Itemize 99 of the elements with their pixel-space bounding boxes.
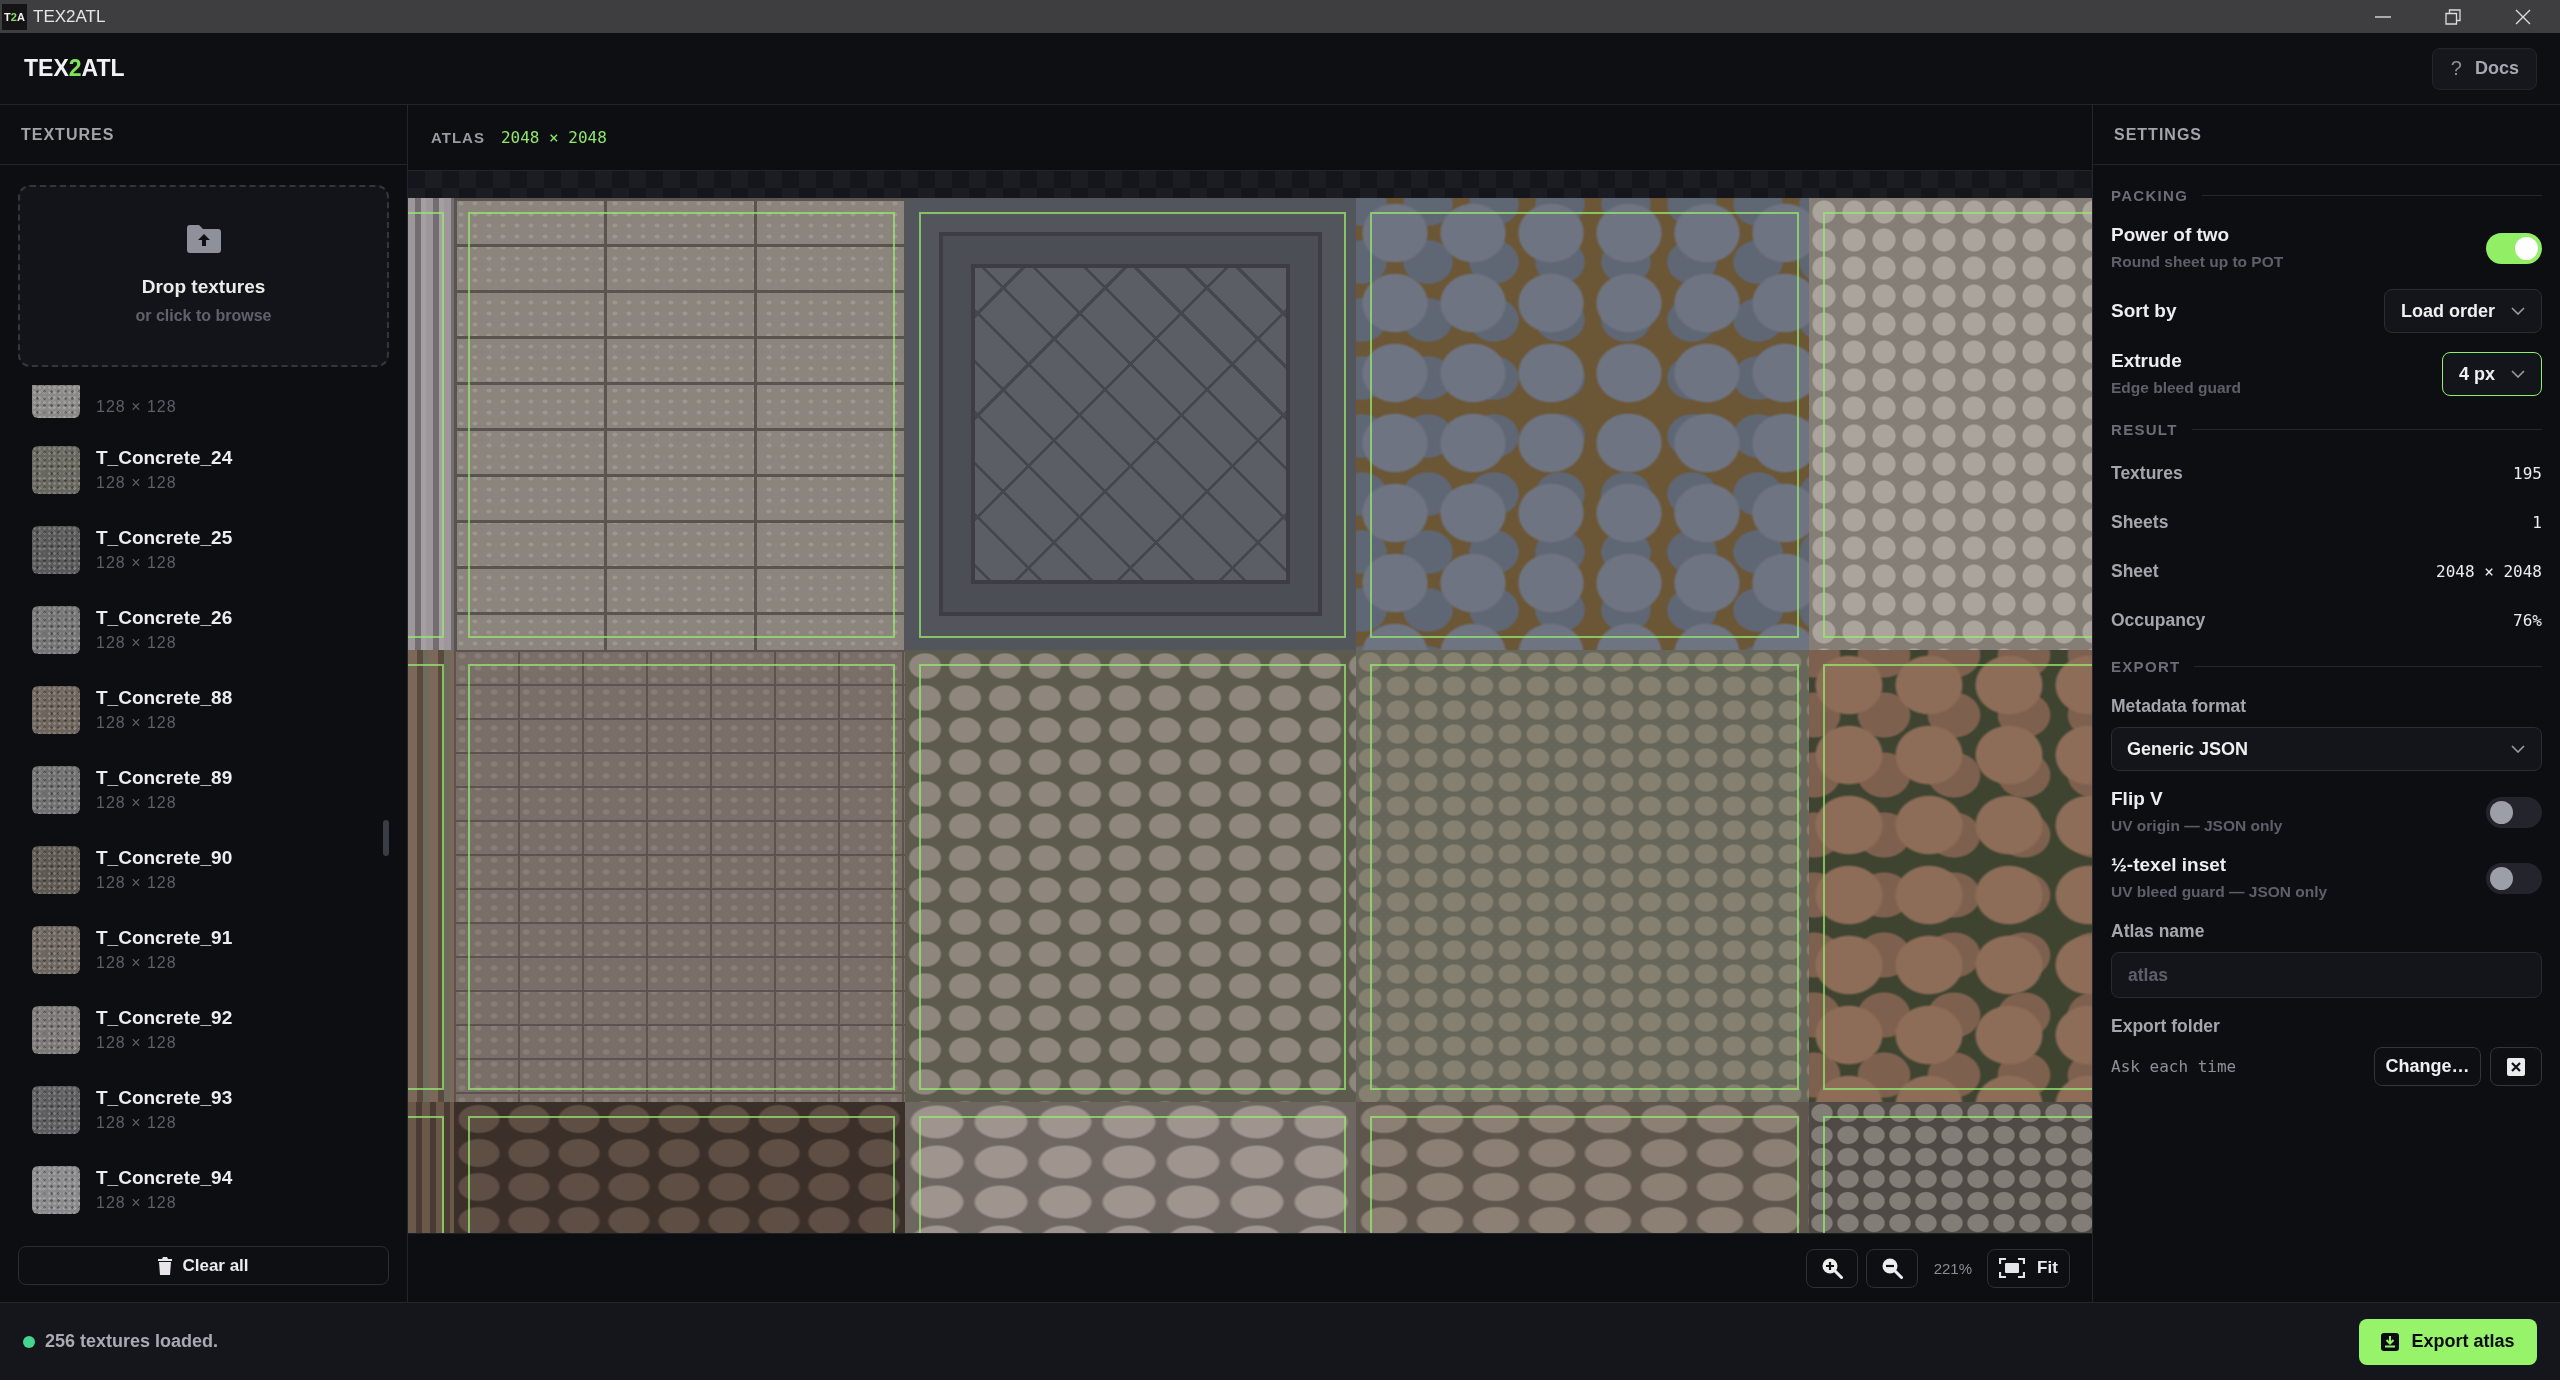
texture-name: T_Concrete_93 <box>96 1086 233 1110</box>
texture-size: 128 × 128 <box>96 473 178 493</box>
texture-name: T_Concrete_91 <box>96 926 233 950</box>
dropdown[interactable]: 4 px <box>2441 352 2542 396</box>
texture-thumbnail <box>32 606 80 654</box>
stat-value: 1 <box>2532 513 2542 532</box>
texture-size: 128 × 128 <box>96 553 178 573</box>
stat-label: Sheet <box>2111 561 2159 582</box>
texture-thumbnail <box>32 926 80 974</box>
chevron-down-icon <box>2511 745 2525 753</box>
change-button[interactable]: Change… <box>2374 1047 2481 1086</box>
texture-size: 128 × 128 <box>96 793 178 813</box>
field-label: Metadata format <box>2111 695 2248 718</box>
dropdown[interactable]: Load order <box>2384 289 2542 333</box>
texture-size: 128 × 128 <box>96 1193 178 1213</box>
minimize-icon[interactable] <box>2375 15 2391 18</box>
app-logo: T2A <box>2 3 27 30</box>
stat-value: 2048 × 2048 <box>2436 562 2542 581</box>
window-title: TEX2ATL <box>33 6 106 27</box>
panel-title: ATLAS <box>431 129 485 146</box>
texture-name: T_Concrete_26 <box>96 606 233 630</box>
stat-value: 76% <box>2513 611 2542 630</box>
zoom-in-button[interactable] <box>1805 1248 1858 1288</box>
status-dot-icon <box>23 1335 35 1348</box>
clear-all-button[interactable]: Clear all <box>18 1246 389 1285</box>
setting-label: Extrude <box>2111 349 2183 373</box>
fit-button[interactable]: Fit <box>1987 1248 2070 1288</box>
texture-size: 128 × 128 <box>96 713 178 733</box>
setting-hint: UV bleed guard — JSON only <box>2111 882 2328 902</box>
texture-size: 128 × 128 <box>96 873 178 893</box>
texture-thumbnail <box>32 1006 80 1054</box>
texture-name: T_Concrete_89 <box>96 766 233 790</box>
toggle-switch[interactable] <box>2486 232 2542 264</box>
drop-hint: or click to browse <box>135 306 272 326</box>
field-label: Export folder <box>2111 1015 2221 1038</box>
toggle-switch[interactable] <box>2486 862 2542 894</box>
status-message: 256 textures loaded. <box>45 1331 219 1352</box>
stat-label: Sheets <box>2111 512 2169 533</box>
texture-thumbnail <box>32 385 80 418</box>
folder-upload-icon <box>186 225 221 253</box>
zoom-out-icon <box>1880 1257 1903 1279</box>
download-icon <box>2381 1332 2400 1351</box>
texture-name: T_Concrete_25 <box>96 526 233 550</box>
texture-size: 128 × 128 <box>96 633 178 653</box>
setting-hint: UV origin — JSON only <box>2111 816 2283 836</box>
chevron-down-icon <box>2511 370 2525 378</box>
texture-name: T_Concrete_94 <box>96 1166 233 1190</box>
texture-name: T_Concrete_90 <box>96 846 233 870</box>
texture-size: 128 × 128 <box>96 1033 178 1053</box>
section-title: PACKING <box>2111 186 2189 204</box>
texture-name: T_Concrete_92 <box>96 1006 233 1030</box>
stat-label: Textures <box>2111 463 2183 484</box>
stat-value: 195 <box>2513 464 2542 483</box>
dropdown[interactable]: Generic JSON <box>2111 727 2542 771</box>
panel-title: SETTINGS <box>2093 105 2560 165</box>
drop-zone[interactable]: Drop textures or click to browse <box>18 185 389 367</box>
stat-label: Occupancy <box>2111 610 2206 631</box>
drop-title: Drop textures <box>141 275 266 299</box>
texture-thumbnail <box>32 526 80 574</box>
zoom-in-icon <box>1820 1257 1843 1279</box>
trash-icon <box>158 1256 173 1275</box>
restore-icon[interactable] <box>2445 8 2461 25</box>
help-icon: ? <box>2450 57 2462 80</box>
texture-thumbnail <box>32 1166 80 1214</box>
section-title: RESULT <box>2111 420 2178 438</box>
toggle-switch[interactable] <box>2486 796 2542 828</box>
export-atlas-button[interactable]: Export atlas <box>2359 1318 2537 1365</box>
texture-size: 128 × 128 <box>96 397 177 417</box>
app-logo: TEX2ATL <box>24 55 125 82</box>
texture-name: T_Concrete_88 <box>96 686 233 710</box>
setting-label: ½-texel inset <box>2111 853 2228 877</box>
atlas-size: 2048 × 2048 <box>500 128 607 147</box>
panel-title: TEXTURES <box>0 105 407 165</box>
texture-thumbnail <box>32 1086 80 1134</box>
section-title: EXPORT <box>2111 657 2181 675</box>
zoom-out-button[interactable] <box>1865 1248 1918 1288</box>
texture-size: 128 × 128 <box>96 1113 178 1133</box>
texture-thumbnail <box>32 446 80 494</box>
setting-hint: Edge bleed guard <box>2111 378 2242 398</box>
texture-size: 128 × 128 <box>96 953 178 973</box>
texture-thumbnail <box>32 846 80 894</box>
scrollbar-thumb[interactable] <box>383 820 389 856</box>
zoom-level: 221% <box>1933 1259 1972 1277</box>
chevron-down-icon <box>2511 307 2525 315</box>
close-icon <box>2507 1057 2525 1076</box>
setting-label: Sort by <box>2111 299 2177 323</box>
setting-label: Power of two <box>2111 223 2231 247</box>
fit-screen-icon <box>1999 1258 2026 1278</box>
text-field[interactable]: atlas <box>2111 952 2542 998</box>
texture-thumbnail <box>32 686 80 734</box>
setting-label: Flip V <box>2111 787 2164 811</box>
docs-button[interactable]: ? Docs <box>2431 47 2537 90</box>
clear-folder-button[interactable] <box>2490 1047 2542 1086</box>
texture-thumbnail <box>32 766 80 814</box>
close-icon[interactable] <box>2515 8 2531 25</box>
texture-name: T_Concrete_24 <box>96 446 233 470</box>
field-label: Atlas name <box>2111 920 2206 943</box>
folder-path: Ask each time <box>2111 1057 2238 1076</box>
setting-hint: Round sheet up to POT <box>2111 252 2284 272</box>
